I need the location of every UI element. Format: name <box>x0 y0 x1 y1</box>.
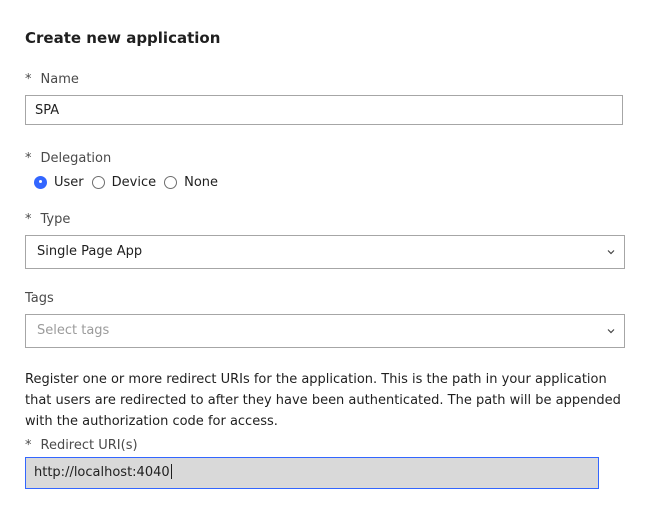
delegation-radio-device[interactable]: Device <box>91 175 156 190</box>
radio-unchecked-icon[interactable] <box>164 175 178 189</box>
delegation-option-user[interactable]: User <box>54 175 84 190</box>
page-title: Create new application <box>25 29 221 47</box>
tags-select-placeholder: Select tags <box>37 323 110 338</box>
chevron-down-icon[interactable] <box>606 326 616 336</box>
name-label: * Name <box>25 72 79 87</box>
delegation-option-device[interactable]: Device <box>112 175 156 190</box>
delegation-label-text: Delegation <box>40 151 112 166</box>
tags-select[interactable]: Select tags <box>25 314 625 348</box>
create-application-form: Create new application * Name SPA * Delega… <box>0 0 649 505</box>
tags-label: Tags <box>25 291 54 306</box>
delegation-radio-none[interactable]: None <box>164 175 218 190</box>
name-input-value: SPA <box>35 103 60 118</box>
type-select[interactable]: Single Page App <box>25 235 625 269</box>
radio-unchecked-icon[interactable] <box>91 175 105 189</box>
type-label: * Type <box>25 212 70 227</box>
name-input[interactable]: SPA <box>25 95 623 125</box>
delegation-option-none[interactable]: None <box>184 175 218 190</box>
type-label-text: Type <box>40 212 71 227</box>
chevron-down-icon[interactable] <box>606 247 616 257</box>
delegation-radio-group: User Device None <box>34 173 226 191</box>
required-marker: * <box>25 151 32 166</box>
text-caret <box>170 464 172 479</box>
required-marker: * <box>25 72 32 87</box>
redirect-uri-label: * Redirect URI(s) <box>25 438 138 453</box>
delegation-radio-user[interactable]: User <box>34 175 84 190</box>
redirect-help-text: Register one or more redirect URIs for t… <box>25 372 621 429</box>
redirect-uri-label-text: Redirect URI(s) <box>40 438 138 453</box>
radio-checked-icon[interactable] <box>34 175 47 189</box>
type-select-value: Single Page App <box>37 244 143 259</box>
redirect-uri-input[interactable]: http://localhost:4040 <box>25 457 599 489</box>
tags-label-text: Tags <box>25 291 54 306</box>
redirect-uri-value: http://localhost:4040 <box>34 465 170 480</box>
required-marker: * <box>25 212 32 227</box>
delegation-label: * Delegation <box>25 151 111 166</box>
name-label-text: Name <box>40 72 79 87</box>
required-marker: * <box>25 438 32 453</box>
